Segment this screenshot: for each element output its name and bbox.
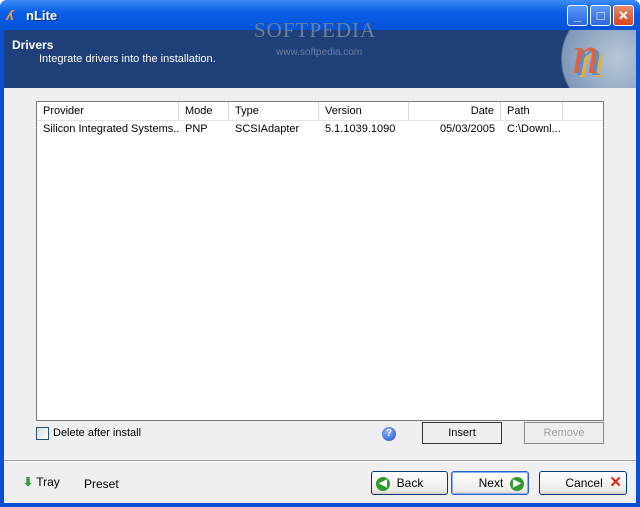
page-title: Drivers (12, 38, 54, 52)
back-arrow-icon: ◀ (376, 476, 390, 491)
window: ʎ nLite _ □ ✕ SOFTPEDIA www.softpedia.co… (0, 0, 640, 507)
cancel-button[interactable]: Cancel ✕ (539, 471, 627, 495)
watermark: SOFTPEDIA (254, 18, 377, 42)
list-item[interactable]: Silicon Integrated Systems... PNP SCSIAd… (37, 121, 603, 137)
next-label: Next (478, 476, 504, 490)
close-button[interactable]: ✕ (613, 5, 634, 26)
content: Provider Mode Type Version Date Path Sil… (4, 88, 636, 503)
cancel-label: Cancel (565, 476, 603, 490)
column-mode[interactable]: Mode (179, 102, 229, 120)
cell-path: C:\Downl... (507, 123, 561, 135)
page-subtitle: Integrate drivers into the installation. (39, 53, 216, 65)
page-header: SOFTPEDIA www.softpedia.com Drivers Inte… (4, 18, 636, 88)
tray-download-icon: ⬇ (23, 475, 34, 489)
back-label: Back (396, 476, 424, 490)
app-icon: ʎ (6, 7, 14, 23)
column-path[interactable]: Path (501, 102, 563, 120)
minimize-button[interactable]: _ (567, 5, 588, 26)
tray-label: Tray (36, 475, 60, 489)
next-arrow-icon: ▶ (510, 476, 524, 491)
delete-after-install-checkbox[interactable] (36, 427, 49, 440)
watermark-url: www.softpedia.com (276, 47, 363, 58)
cancel-x-icon: ✕ (609, 474, 622, 491)
tray-button[interactable]: ⬇ Tray (23, 475, 60, 489)
maximize-button[interactable]: □ (590, 5, 611, 26)
insert-button[interactable]: Insert (422, 422, 502, 444)
next-button[interactable]: Next ▶ (451, 471, 529, 495)
column-version[interactable]: Version (319, 102, 409, 120)
cell-type: SCSIAdapter (235, 123, 300, 135)
column-type[interactable]: Type (229, 102, 319, 120)
preset-button[interactable]: Preset (84, 477, 119, 491)
column-date[interactable]: Date (409, 102, 501, 120)
cell-provider: Silicon Integrated Systems... (43, 123, 179, 135)
divider (4, 460, 636, 462)
delete-after-install-label[interactable]: Delete after install (53, 427, 141, 439)
help-icon[interactable]: ? (382, 427, 396, 441)
column-provider[interactable]: Provider (37, 102, 179, 120)
nlite-logo: n (544, 25, 636, 88)
drivers-list[interactable]: Provider Mode Type Version Date Path Sil… (36, 101, 604, 421)
cell-mode: PNP (185, 123, 208, 135)
window-title: nLite (26, 8, 58, 23)
list-header: Provider Mode Type Version Date Path (37, 102, 603, 121)
cell-version: 5.1.1039.1090 (325, 123, 396, 135)
back-button[interactable]: ◀ Back (371, 471, 448, 495)
remove-button[interactable]: Remove (524, 422, 604, 444)
cell-date: 05/03/2005 (439, 123, 495, 135)
